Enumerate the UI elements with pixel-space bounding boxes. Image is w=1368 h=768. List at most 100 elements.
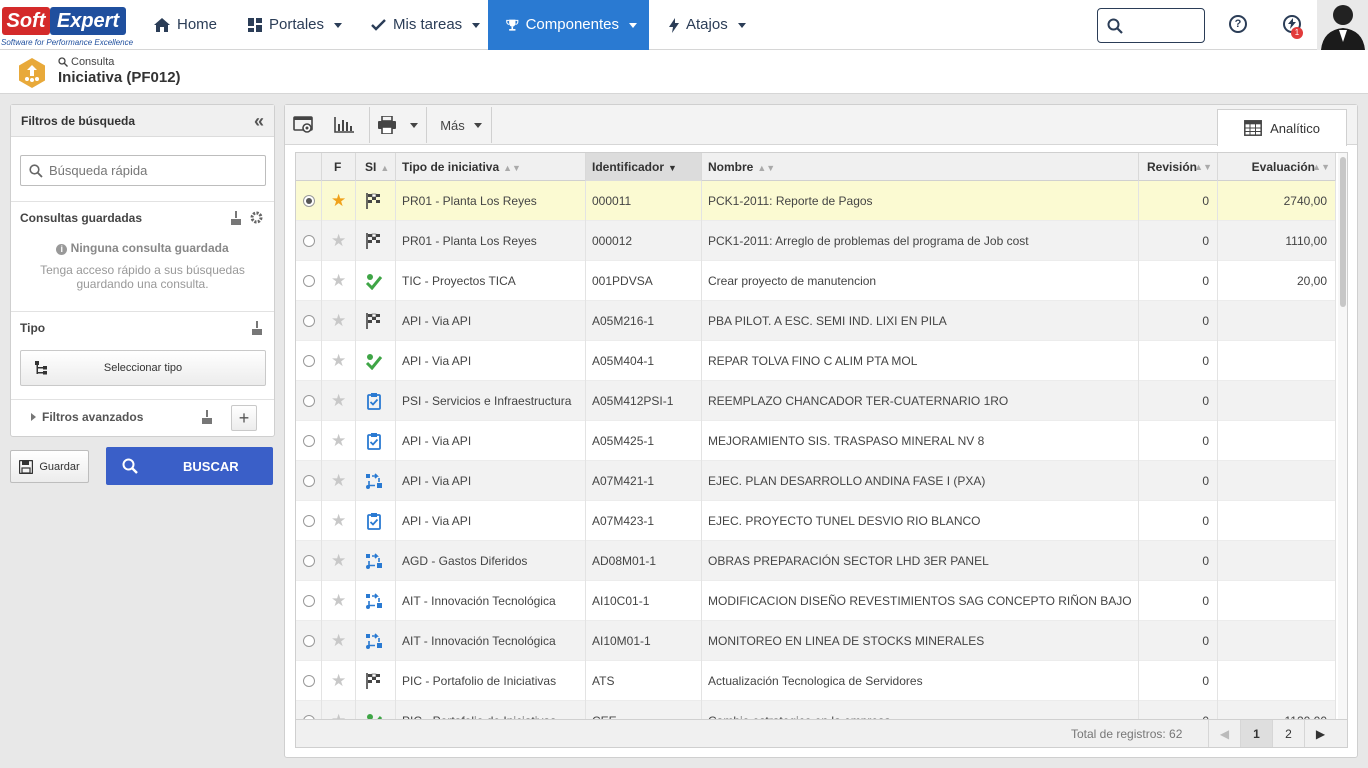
sort-desc-icon: ▼ bbox=[668, 163, 677, 173]
trophy-icon bbox=[506, 19, 519, 31]
chart-button[interactable] bbox=[329, 105, 359, 145]
favorite-star-icon[interactable]: ★ bbox=[331, 221, 346, 261]
row-radio[interactable] bbox=[303, 475, 315, 487]
clear-broom-icon[interactable] bbox=[201, 410, 213, 424]
scrollbar-thumb[interactable] bbox=[1340, 157, 1346, 307]
table-row[interactable]: ★ PSI - Servicios e Infraestructura A05M41… bbox=[296, 381, 1336, 421]
filters-header-label: Filtros de búsqueda bbox=[21, 114, 136, 128]
favorite-star-icon[interactable]: ★ bbox=[331, 461, 346, 501]
search-button[interactable]: BUSCAR bbox=[106, 447, 273, 485]
favorite-star-icon[interactable]: ★ bbox=[331, 661, 346, 701]
nav-componentes[interactable]: Componentes bbox=[488, 0, 649, 50]
next-page-button[interactable]: ▶ bbox=[1304, 720, 1336, 747]
col-nombre[interactable]: Nombre ▲▼ bbox=[702, 153, 1139, 181]
nav-atajos[interactable]: Atajos bbox=[657, 0, 758, 50]
tipo-cell: PR01 - Planta Los Reyes bbox=[396, 181, 586, 221]
clipboard-check-icon bbox=[367, 393, 381, 410]
favorite-star-icon[interactable]: ★ bbox=[331, 381, 346, 421]
vertical-scrollbar[interactable] bbox=[1338, 153, 1347, 719]
row-radio[interactable] bbox=[303, 355, 315, 367]
table-row[interactable]: ★ API - Via API A07M421-1 EJEC. PLAN DESARR… bbox=[296, 461, 1336, 501]
revision-cell: 0 bbox=[1139, 341, 1218, 381]
page-2-button[interactable]: 2 bbox=[1272, 720, 1304, 747]
favorite-star-icon[interactable]: ★ bbox=[331, 341, 346, 381]
revision-cell: 0 bbox=[1139, 301, 1218, 341]
row-radio[interactable] bbox=[303, 195, 315, 207]
global-search-input[interactable] bbox=[1097, 8, 1205, 43]
row-radio[interactable] bbox=[303, 595, 315, 607]
nav-mis-tareas[interactable]: Mis tareas bbox=[359, 0, 492, 50]
table-row[interactable]: ★ PR01 - Planta Los Reyes 000011 PCK1-2011:… bbox=[296, 181, 1336, 221]
row-radio[interactable] bbox=[303, 435, 315, 447]
clear-broom-icon[interactable] bbox=[251, 321, 263, 335]
save-query-button[interactable]: Guardar bbox=[10, 450, 89, 483]
table-row[interactable]: ★ API - Via API A05M216-1 PBA PILOT. A ESC.… bbox=[296, 301, 1336, 341]
tipo-cell: API - Via API bbox=[396, 301, 586, 341]
print-button[interactable] bbox=[373, 105, 421, 145]
initiative-hexagon-icon bbox=[19, 58, 45, 88]
identificador-cell: AD08M01-1 bbox=[586, 541, 702, 581]
row-radio[interactable] bbox=[303, 555, 315, 567]
col-tipo[interactable]: Tipo de iniciativa ▲▼ bbox=[396, 153, 586, 181]
table-row[interactable]: ★ PR01 - Planta Los Reyes 000012 PCK1-2011:… bbox=[296, 221, 1336, 261]
col-favorite[interactable]: F bbox=[322, 153, 356, 181]
collapse-panel-icon[interactable]: « bbox=[254, 105, 264, 137]
favorite-star-icon[interactable]: ★ bbox=[331, 421, 346, 461]
row-radio[interactable] bbox=[303, 635, 315, 647]
favorite-cell: ★ bbox=[322, 501, 356, 541]
si-cell bbox=[356, 221, 396, 261]
favorite-star-icon[interactable]: ★ bbox=[331, 181, 346, 221]
page-1-button[interactable]: 1 bbox=[1240, 720, 1272, 747]
row-radio[interactable] bbox=[303, 315, 315, 327]
favorite-star-icon[interactable]: ★ bbox=[331, 541, 346, 581]
table-row[interactable]: ★ API - Via API A05M404-1 REPAR TOLVA FINO … bbox=[296, 341, 1336, 381]
favorite-star-icon[interactable]: ★ bbox=[331, 501, 346, 541]
quick-search-input[interactable]: Búsqueda rápida bbox=[20, 155, 266, 186]
favorite-star-icon[interactable]: ★ bbox=[331, 261, 346, 301]
favorite-star-icon[interactable]: ★ bbox=[331, 621, 346, 661]
add-filter-button[interactable]: + bbox=[231, 405, 257, 431]
softexpert-logo[interactable]: Soft Expert Software for Performance Exc… bbox=[0, 2, 133, 48]
table-row[interactable]: ★ TIC - Proyectos TICA 001PDVSA Crear proye… bbox=[296, 261, 1336, 301]
col-evaluacion[interactable]: Evaluación ▲▼ bbox=[1218, 153, 1336, 181]
view-record-button[interactable] bbox=[289, 105, 319, 145]
tab-analitico[interactable]: Analítico bbox=[1217, 109, 1347, 146]
nav-componentes-label: Componentes bbox=[525, 16, 619, 33]
divider bbox=[491, 107, 492, 143]
row-radio[interactable] bbox=[303, 515, 315, 527]
avatar[interactable] bbox=[1317, 0, 1368, 50]
advanced-filters-toggle[interactable]: Filtros avanzados bbox=[31, 410, 143, 424]
view-record-icon bbox=[293, 116, 313, 133]
table-row[interactable]: ★ AIT - Innovación Tecnológica AI10M01-1 MO… bbox=[296, 621, 1336, 661]
row-select-cell bbox=[296, 501, 322, 541]
table-row[interactable]: ★ API - Via API A07M423-1 EJEC. PROYECTO TU… bbox=[296, 501, 1336, 541]
favorite-star-icon[interactable]: ★ bbox=[331, 581, 346, 621]
table-row[interactable]: ★ AIT - Innovación Tecnológica AI10C01-1 MO… bbox=[296, 581, 1336, 621]
nav-home[interactable]: Home bbox=[142, 0, 229, 50]
table-row[interactable]: ★ AGD - Gastos Diferidos AD08M01-1 OBRAS PR… bbox=[296, 541, 1336, 581]
row-radio[interactable] bbox=[303, 275, 315, 287]
favorite-star-icon[interactable]: ★ bbox=[331, 301, 346, 341]
saved-queries-hint: Tenga acceso rápido a sus búsquedas guar… bbox=[11, 263, 274, 291]
row-radio[interactable] bbox=[303, 675, 315, 687]
col-si[interactable]: SI ▲ bbox=[356, 153, 396, 181]
help-icon[interactable]: ? bbox=[1229, 15, 1247, 33]
tipo-cell: API - Via API bbox=[396, 501, 586, 541]
select-type-button[interactable]: Seleccionar tipo bbox=[20, 350, 266, 386]
flag-icon bbox=[366, 193, 380, 209]
revision-cell: 0 bbox=[1139, 381, 1218, 421]
col-identificador[interactable]: Identificador ▼ bbox=[586, 153, 702, 181]
gear-icon[interactable] bbox=[249, 210, 264, 225]
col-revision[interactable]: Revisión ▲▼ bbox=[1139, 153, 1218, 181]
table-row[interactable]: ★ API - Via API A05M425-1 MEJORAMIENTO SIS.… bbox=[296, 421, 1336, 461]
nombre-cell: REEMPLAZO CHANCADOR TER-CUATERNARIO 1RO bbox=[702, 381, 1139, 421]
nombre-cell: EJEC. PLAN DESARROLLO ANDINA FASE I (PXA… bbox=[702, 461, 1139, 501]
table-row[interactable]: ★ PIC - Portafolio de Iniciativas ATS Actua… bbox=[296, 661, 1336, 701]
more-menu-button[interactable]: Más bbox=[431, 105, 491, 145]
nav-portales[interactable]: Portales bbox=[236, 0, 354, 50]
clear-broom-icon[interactable] bbox=[230, 211, 242, 225]
row-radio[interactable] bbox=[303, 235, 315, 247]
prev-page-button[interactable]: ◀ bbox=[1208, 720, 1240, 747]
results-panel: Más Analítico F SI ▲ Tipo de iniciativa ▲▼… bbox=[284, 104, 1358, 758]
row-radio[interactable] bbox=[303, 395, 315, 407]
